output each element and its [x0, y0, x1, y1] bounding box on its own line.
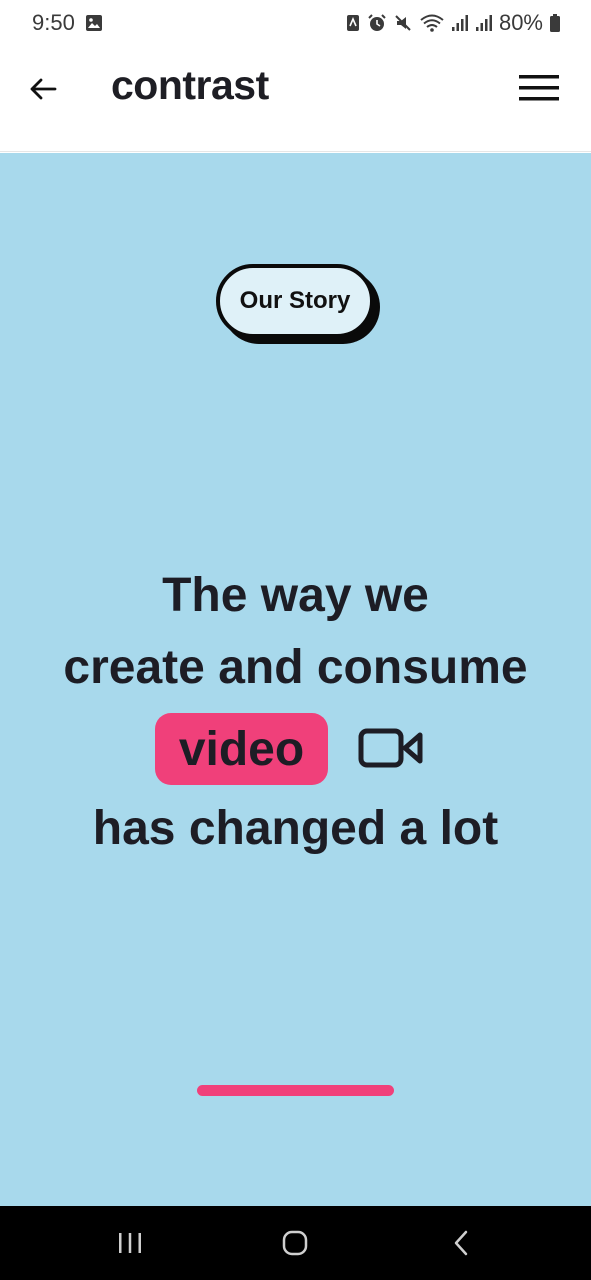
- home-icon: [282, 1230, 308, 1256]
- status-bar: 9:50 80%: [0, 0, 591, 48]
- hero-section: Our Story The way we create and consume …: [0, 153, 591, 1206]
- alarm-icon: [368, 14, 386, 31]
- nfc-icon: [346, 15, 359, 31]
- home-button[interactable]: [275, 1226, 315, 1260]
- signal-icon: [475, 15, 492, 31]
- mute-icon: [395, 15, 411, 31]
- arrow-left-icon: [30, 78, 57, 100]
- progress-indicator: [197, 1085, 394, 1096]
- battery-percentage: 80%: [498, 10, 543, 35]
- battery-icon: [550, 14, 560, 32]
- hamburger-menu-icon: [519, 75, 559, 101]
- recent-apps-icon: [119, 1233, 141, 1253]
- our-story-button[interactable]: Our Story: [216, 264, 374, 338]
- headline-line-1: The way we: [162, 569, 429, 622]
- highlight-word-video: video: [155, 713, 328, 785]
- back-icon: [454, 1230, 468, 1256]
- system-nav-bar: [0, 1206, 591, 1280]
- image-icon: [86, 15, 102, 31]
- signal-icon: [451, 15, 468, 31]
- menu-button[interactable]: [517, 70, 561, 106]
- back-button[interactable]: [22, 68, 64, 110]
- wifi-icon: [420, 14, 444, 32]
- status-icons: 80%: [345, 9, 561, 37]
- headline-line-3: video: [0, 713, 591, 785]
- app-bar: contrast: [0, 48, 591, 152]
- status-time: 9:50: [32, 10, 75, 35]
- video-camera-icon: [358, 728, 423, 768]
- system-back-button[interactable]: [441, 1226, 481, 1260]
- headline-line-2: create and consume: [63, 641, 528, 694]
- recent-apps-button[interactable]: [110, 1226, 150, 1260]
- headline-line-4: has changed a lot: [92, 802, 499, 855]
- app-title: contrast: [111, 62, 269, 108]
